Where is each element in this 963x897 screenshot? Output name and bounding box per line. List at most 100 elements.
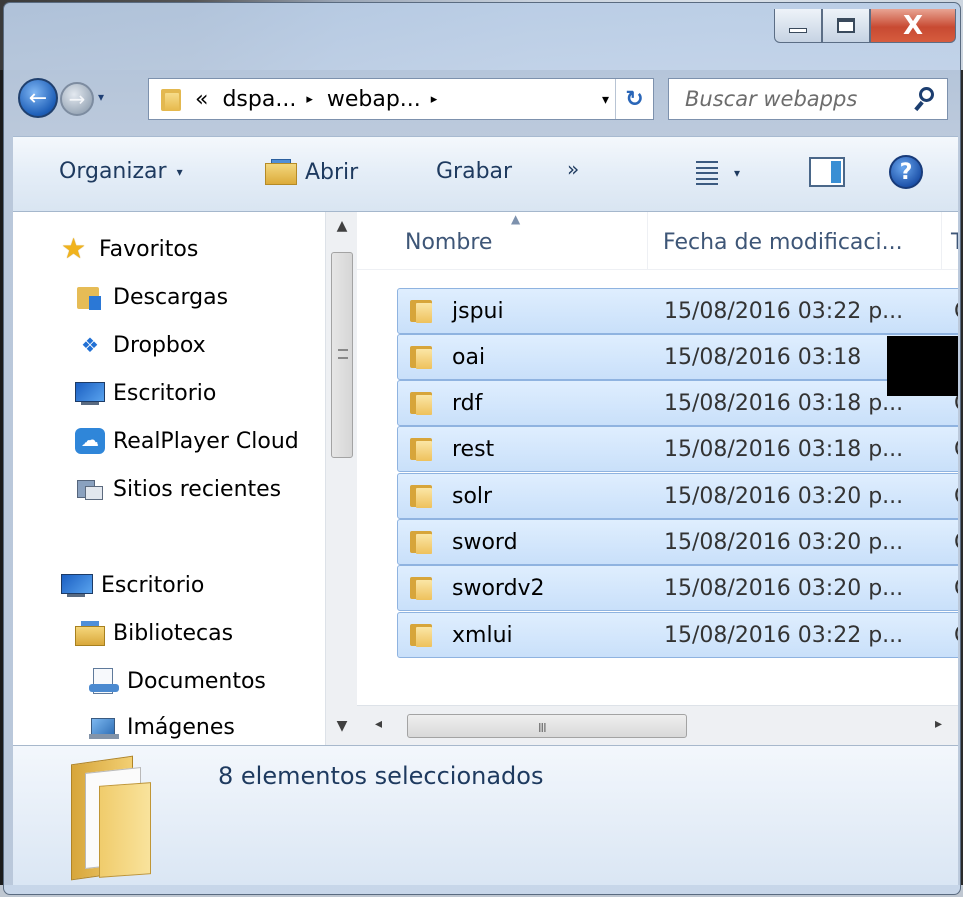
nav-item-downloads[interactable]: Descargas	[75, 284, 228, 310]
file-list-horizontal-scrollbar[interactable]: ◂ III ▸	[357, 705, 958, 745]
maximize-icon	[837, 18, 855, 33]
file-type: C	[954, 623, 958, 648]
file-name: swordv2	[452, 575, 545, 601]
file-type: C	[954, 299, 958, 324]
organize-label: Organizar	[59, 159, 167, 184]
file-row[interactable]: rdf 15/08/2016 03:18 p... C	[397, 380, 958, 426]
search-icon[interactable]	[914, 85, 937, 113]
nav-item-recent-places[interactable]: Sitios recientes	[75, 476, 281, 502]
content-area: ★ Favoritos Descargas ❖ Dropbox Escritor…	[13, 212, 958, 745]
burn-button[interactable]: Grabar	[436, 159, 512, 184]
file-row[interactable]: solr 15/08/2016 03:20 p... C	[397, 473, 958, 519]
scroll-left-icon[interactable]: ◂	[375, 716, 382, 732]
search-box[interactable]	[668, 78, 948, 120]
nav-item-label: Dropbox	[113, 332, 206, 358]
desktop-icon	[75, 380, 105, 406]
help-button[interactable]: ?	[889, 155, 923, 189]
breadcrumb-chevron-icon[interactable]: ▸	[431, 92, 438, 107]
scrollbar-thumb[interactable]: III	[407, 714, 687, 738]
documents-icon	[89, 668, 119, 694]
chevron-down-icon: ▾	[734, 166, 741, 180]
breadcrumb-overflow[interactable]: «	[195, 87, 208, 112]
navigation-row: ← → ▾ « dspa... ▸ webap... ▸ ▾ ↻	[14, 72, 954, 126]
folder-icon	[410, 484, 434, 508]
breadcrumb-item-dspace[interactable]: dspa...	[222, 87, 296, 112]
scroll-right-icon[interactable]: ▸	[935, 716, 942, 732]
nav-item-label: Sitios recientes	[113, 476, 282, 502]
nav-item-label: Documentos	[127, 668, 266, 694]
file-row[interactable]: sword 15/08/2016 03:20 p... C	[397, 519, 958, 565]
scroll-down-icon[interactable]: ▼	[326, 718, 357, 740]
organize-button[interactable]: Organizar ▾	[59, 159, 183, 184]
refresh-icon: ↻	[625, 86, 644, 112]
file-date-modified: 15/08/2016 03:20 p...	[664, 575, 904, 601]
sort-ascending-icon: ▲	[511, 212, 521, 226]
close-button[interactable]: X	[870, 9, 956, 43]
close-icon: X	[902, 10, 924, 41]
file-row[interactable]: jspui 15/08/2016 03:22 p... C	[397, 288, 958, 334]
command-bar: Organizar ▾ Abrir Grabar » ▾ ?	[13, 136, 958, 212]
open-icon	[263, 157, 299, 187]
preview-pane-button[interactable]	[809, 157, 845, 187]
column-header-date-modified[interactable]: Fecha de modificaci...	[663, 230, 903, 255]
change-view-button[interactable]: ▾	[696, 161, 740, 185]
nav-item-label: Escritorio	[113, 380, 217, 406]
back-button[interactable]: ←	[18, 78, 58, 118]
file-row[interactable]: rest 15/08/2016 03:18 p... C	[397, 426, 958, 472]
file-type: C	[954, 484, 958, 509]
nav-item-documents[interactable]: Documentos	[89, 668, 266, 694]
star-icon: ★	[61, 232, 87, 265]
maximize-button[interactable]	[822, 9, 870, 43]
downloads-folder-icon	[75, 284, 105, 310]
nav-item-pictures[interactable]: Imágenes	[89, 714, 235, 740]
folder-icon	[410, 576, 434, 600]
open-button[interactable]: Abrir	[263, 157, 358, 187]
burn-label: Grabar	[436, 159, 513, 184]
column-header-type[interactable]: T	[951, 230, 958, 255]
chevron-down-icon: ▾	[176, 164, 183, 179]
forward-button[interactable]: →	[60, 82, 94, 116]
multiple-folders-icon	[63, 755, 163, 881]
file-date-modified: 15/08/2016 03:20 p...	[664, 529, 904, 555]
file-name: oai	[452, 344, 486, 370]
forward-arrow-icon: →	[68, 87, 86, 111]
more-commands-button[interactable]: »	[567, 157, 579, 181]
file-date-modified: 15/08/2016 03:18	[664, 344, 862, 370]
search-input[interactable]	[685, 87, 915, 111]
nav-item-libraries[interactable]: Bibliotecas	[75, 620, 233, 646]
nav-item-favorites[interactable]: ★ Favoritos	[61, 232, 198, 265]
breadcrumb-item-webapps[interactable]: webap...	[327, 87, 421, 112]
nav-pane-scrollbar[interactable]: ▲ ▼	[325, 212, 357, 745]
desktop-icon	[61, 572, 93, 598]
libraries-icon	[75, 620, 105, 646]
nav-item-realplayer-cloud[interactable]: ☁ RealPlayer Cloud	[75, 428, 299, 454]
file-date-modified: 15/08/2016 03:18 p...	[664, 390, 904, 416]
nav-item-label: Escritorio	[101, 572, 205, 598]
nav-item-label: Bibliotecas	[113, 620, 234, 646]
open-label: Abrir	[305, 159, 359, 185]
refresh-button[interactable]: ↻	[615, 79, 653, 119]
title-bar[interactable]: X	[4, 3, 960, 65]
minimize-icon	[789, 28, 807, 33]
nav-item-dropbox[interactable]: ❖ Dropbox	[75, 332, 206, 358]
file-row[interactable]: swordv2 15/08/2016 03:20 p... C	[397, 565, 958, 611]
column-divider[interactable]	[941, 212, 942, 270]
column-divider[interactable]	[647, 212, 648, 270]
scrollbar-thumb[interactable]	[331, 252, 353, 458]
address-bar[interactable]: « dspa... ▸ webap... ▸ ▾ ↻	[148, 78, 654, 120]
breadcrumb-chevron-icon[interactable]: ▸	[306, 92, 313, 107]
pictures-icon	[89, 714, 119, 740]
folder-icon	[410, 530, 434, 554]
file-row[interactable]: xmlui 15/08/2016 03:22 p... C	[397, 612, 958, 658]
recent-pages-button[interactable]: ▾	[98, 90, 104, 104]
nav-item-desktop-root[interactable]: Escritorio	[61, 572, 204, 598]
nav-item-desktop[interactable]: Escritorio	[75, 380, 216, 406]
address-dropdown-icon[interactable]: ▾	[602, 92, 609, 108]
nav-item-label: Descargas	[113, 284, 229, 310]
column-header-name[interactable]: Nombre	[405, 230, 492, 255]
scroll-up-icon[interactable]: ▲	[326, 218, 357, 240]
minimize-button[interactable]	[774, 9, 822, 43]
file-name: solr	[452, 483, 493, 509]
dropbox-icon: ❖	[81, 333, 99, 357]
file-row[interactable]: oai 15/08/2016 03:18	[397, 334, 958, 380]
